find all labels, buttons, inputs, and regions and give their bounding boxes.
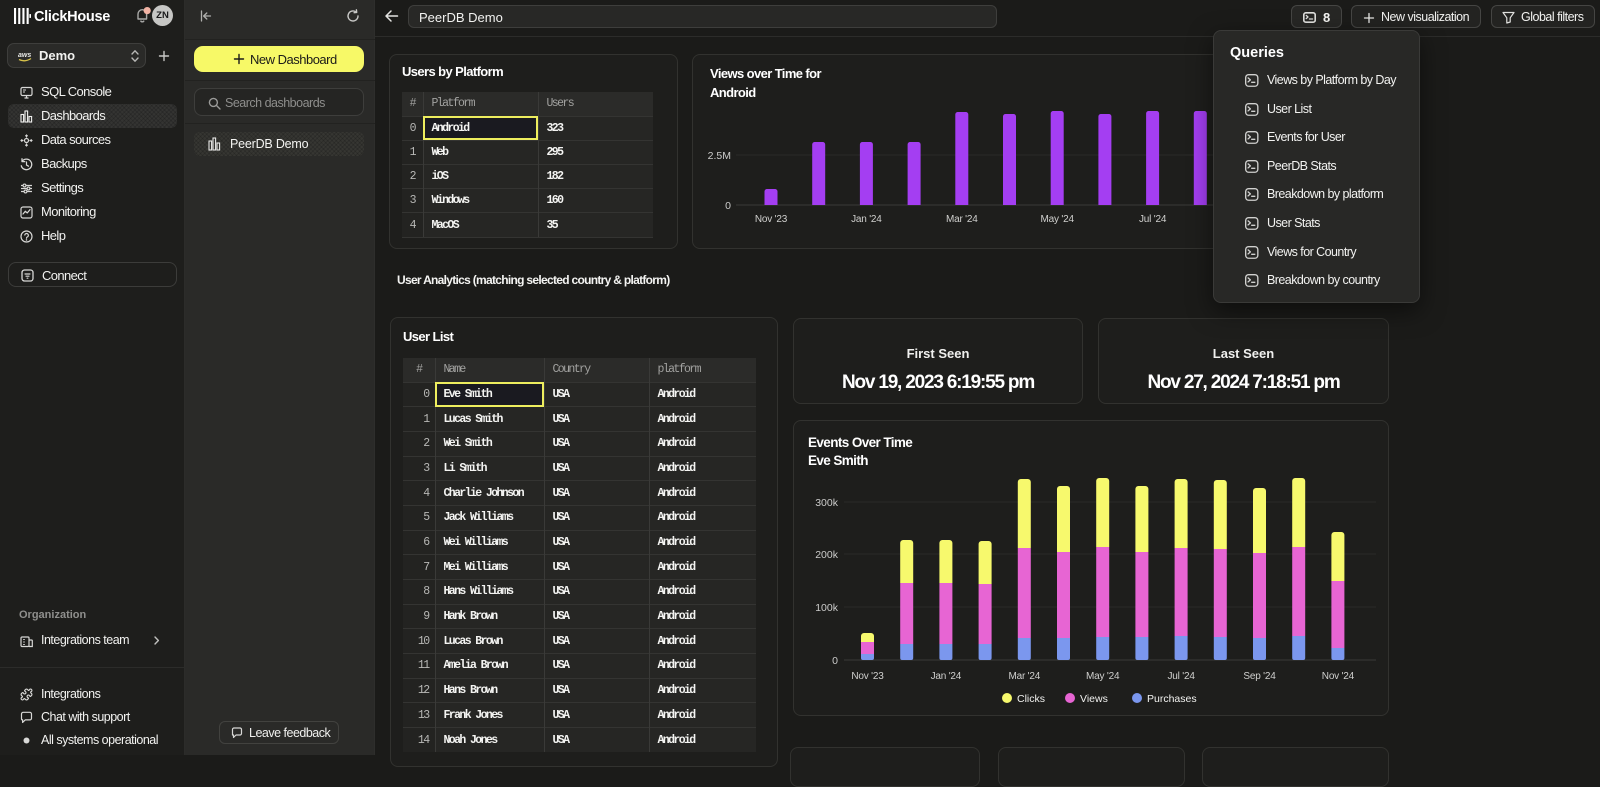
svg-text:May '24: May '24	[1041, 214, 1075, 225]
svg-text:Mar '24: Mar '24	[1008, 671, 1040, 682]
svg-text:Nov '23: Nov '23	[755, 214, 788, 225]
svg-text:2.5M: 2.5M	[708, 150, 731, 162]
svg-text:Sep '24: Sep '24	[1243, 671, 1276, 682]
svg-text:0: 0	[725, 200, 731, 212]
svg-text:May '24: May '24	[1086, 671, 1120, 682]
svg-text:Jul '24: Jul '24	[1139, 214, 1167, 225]
svg-text:Nov '23: Nov '23	[851, 671, 884, 682]
svg-text:Jan '24: Jan '24	[931, 671, 962, 682]
svg-text:100k: 100k	[815, 602, 839, 614]
svg-text:Nov '24: Nov '24	[1322, 671, 1355, 682]
svg-text:Clicks: Clicks	[1017, 693, 1045, 705]
svg-text:Jul '24: Jul '24	[1167, 671, 1195, 682]
svg-text:300k: 300k	[815, 497, 839, 509]
svg-text:aws: aws	[18, 52, 31, 59]
svg-text:Views: Views	[1080, 693, 1108, 705]
svg-text:Purchases: Purchases	[1147, 693, 1197, 705]
svg-text:200k: 200k	[815, 549, 839, 561]
svg-text:Mar '24: Mar '24	[946, 214, 978, 225]
svg-text:Jan '24: Jan '24	[851, 214, 882, 225]
svg-text:0: 0	[832, 655, 838, 667]
